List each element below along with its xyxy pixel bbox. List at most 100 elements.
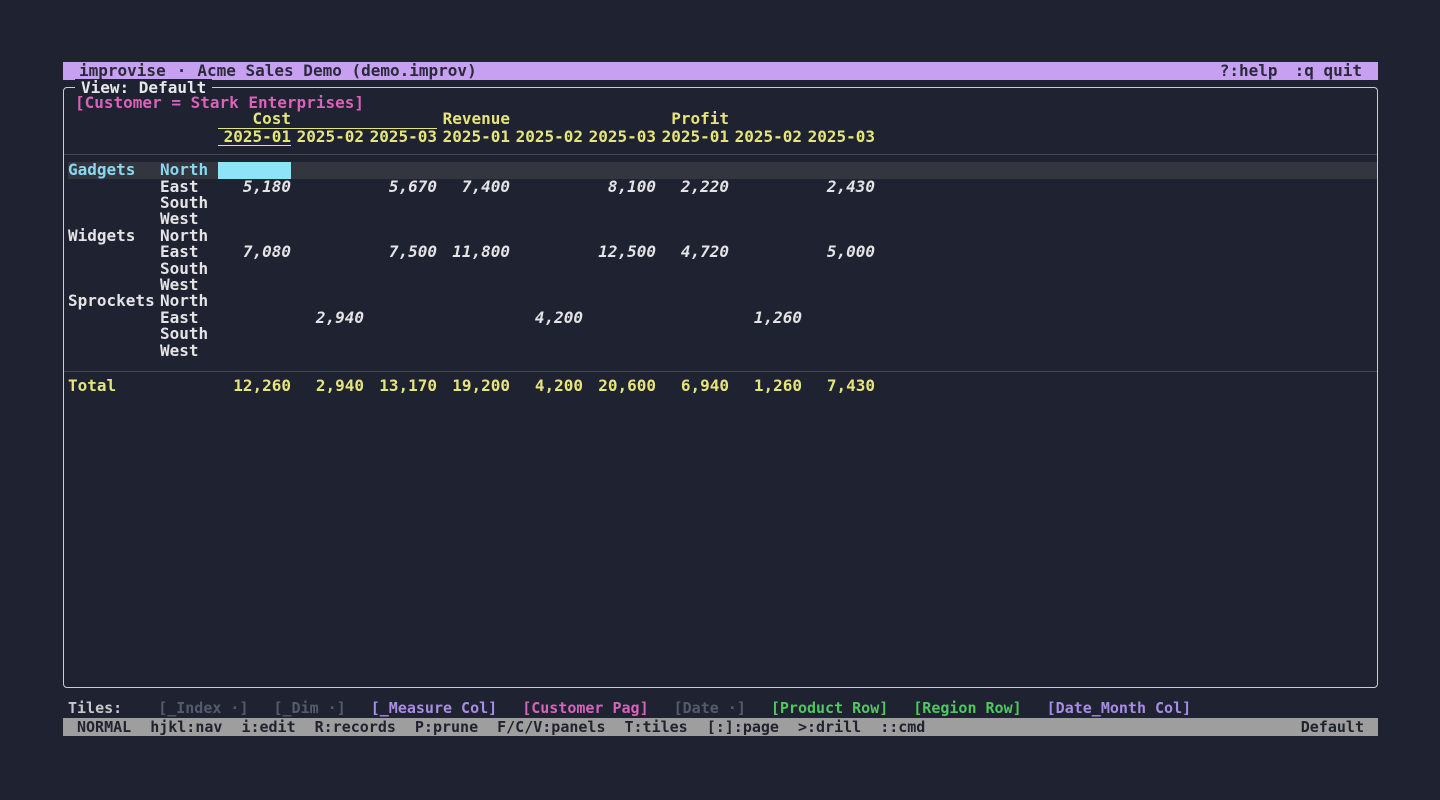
pivot-row[interactable]: West — [68, 211, 1377, 227]
pivot-cell[interactable] — [729, 277, 802, 293]
tile-dim[interactable]: [_Dim ·] — [274, 700, 346, 716]
pivot-cell[interactable] — [729, 261, 802, 277]
pivot-cell[interactable] — [656, 326, 729, 342]
pivot-cell[interactable] — [729, 228, 802, 244]
pivot-cell[interactable]: 8,100 — [583, 179, 656, 195]
pivot-row[interactable]: South — [68, 261, 1377, 277]
tile-date[interactable]: [Date ·] — [674, 700, 746, 716]
pivot-cell[interactable] — [218, 195, 291, 211]
pivot-cell[interactable] — [656, 261, 729, 277]
pivot-cell[interactable] — [218, 277, 291, 293]
pivot-cell[interactable]: 5,180 — [218, 179, 291, 195]
pivot-cell[interactable] — [291, 195, 364, 211]
pivot-cell[interactable] — [583, 293, 656, 309]
pivot-cell[interactable] — [510, 162, 583, 178]
pivot-cell[interactable] — [364, 326, 437, 342]
pivot-cell[interactable] — [291, 162, 364, 178]
pivot-cell[interactable]: 7,400 — [437, 179, 510, 195]
tile-customer[interactable]: [Customer Pag] — [522, 700, 648, 716]
pivot-cell[interactable] — [364, 261, 437, 277]
help-hint[interactable]: ?:help — [1220, 62, 1278, 80]
pivot-cell[interactable] — [510, 261, 583, 277]
pivot-cell[interactable] — [729, 343, 802, 359]
pivot-cell[interactable]: 4,720 — [656, 244, 729, 260]
pivot-cell[interactable] — [364, 343, 437, 359]
pivot-cell[interactable]: 1,260 — [729, 310, 802, 326]
pivot-cell[interactable] — [364, 211, 437, 227]
pivot-cell[interactable]: 4,200 — [510, 310, 583, 326]
pivot-cell[interactable]: 7,080 — [218, 244, 291, 260]
pivot-cell[interactable] — [729, 244, 802, 260]
pivot-cell[interactable]: 2,220 — [656, 179, 729, 195]
pivot-cell[interactable] — [510, 211, 583, 227]
pivot-cell[interactable] — [583, 261, 656, 277]
pivot-cell[interactable]: 7,500 — [364, 244, 437, 260]
quit-hint[interactable]: :q quit — [1295, 62, 1362, 80]
pivot-row[interactable]: East5,1805,6707,4008,1002,2202,430 — [68, 179, 1377, 195]
pivot-cell[interactable] — [437, 326, 510, 342]
pivot-cell[interactable] — [583, 277, 656, 293]
pivot-cell[interactable] — [656, 343, 729, 359]
pivot-cell[interactable] — [729, 179, 802, 195]
pivot-cell[interactable]: 12,500 — [583, 244, 656, 260]
pivot-cell[interactable] — [218, 211, 291, 227]
pivot-cell[interactable] — [218, 326, 291, 342]
pivot-cell[interactable] — [802, 277, 875, 293]
pivot-cell[interactable] — [437, 310, 510, 326]
pivot-cell[interactable] — [437, 343, 510, 359]
pivot-cell[interactable]: 11,800 — [437, 244, 510, 260]
pivot-cell[interactable] — [218, 310, 291, 326]
pivot-cell[interactable] — [802, 293, 875, 309]
pivot-cell[interactable] — [364, 310, 437, 326]
pivot-cell[interactable] — [364, 293, 437, 309]
pivot-cell[interactable] — [437, 293, 510, 309]
pivot-cell[interactable] — [291, 261, 364, 277]
pivot-cell[interactable] — [656, 277, 729, 293]
pivot-row[interactable]: East2,9404,2001,260 — [68, 310, 1377, 326]
tile-measure[interactable]: [_Measure Col] — [371, 700, 497, 716]
pivot-cell[interactable] — [510, 195, 583, 211]
pivot-cell[interactable] — [218, 343, 291, 359]
pivot-cell[interactable] — [583, 343, 656, 359]
pivot-cell[interactable] — [583, 326, 656, 342]
tile-product[interactable]: [Product Row] — [771, 700, 888, 716]
pivot-row[interactable]: South — [68, 195, 1377, 211]
pivot-cell[interactable] — [729, 211, 802, 227]
pivot-cell[interactable] — [802, 326, 875, 342]
pivot-row[interactable]: South — [68, 326, 1377, 342]
pivot-cell[interactable] — [291, 211, 364, 227]
pivot-cell[interactable] — [802, 211, 875, 227]
pivot-cell[interactable]: 5,670 — [364, 179, 437, 195]
pivot-cell[interactable] — [729, 162, 802, 178]
tile-date-month[interactable]: [Date_Month Col] — [1047, 700, 1192, 716]
pivot-cell[interactable]: 2,940 — [291, 310, 364, 326]
pivot-cell[interactable] — [583, 211, 656, 227]
pivot-cell[interactable] — [656, 293, 729, 309]
pivot-cell[interactable] — [510, 326, 583, 342]
tile-region[interactable]: [Region Row] — [913, 700, 1021, 716]
pivot-cell[interactable] — [437, 211, 510, 227]
pivot-cell[interactable] — [291, 326, 364, 342]
pivot-cell[interactable] — [364, 195, 437, 211]
pivot-cell[interactable] — [802, 261, 875, 277]
pivot-cell[interactable] — [437, 195, 510, 211]
pivot-cell[interactable] — [802, 195, 875, 211]
pivot-cell[interactable] — [291, 343, 364, 359]
pivot-row[interactable]: SprocketsNorth — [68, 293, 1377, 309]
pivot-cell[interactable] — [291, 228, 364, 244]
pivot-cell[interactable] — [729, 326, 802, 342]
pivot-cell[interactable] — [656, 195, 729, 211]
pivot-cell[interactable] — [729, 195, 802, 211]
pivot-cell[interactable] — [510, 228, 583, 244]
pivot-cell[interactable] — [510, 343, 583, 359]
pivot-cell[interactable] — [802, 343, 875, 359]
pivot-cell[interactable] — [656, 211, 729, 227]
pivot-cell[interactable] — [437, 261, 510, 277]
pivot-row[interactable]: East7,0807,50011,80012,5004,7205,000 — [68, 244, 1377, 260]
pivot-cell[interactable] — [291, 179, 364, 195]
pivot-cell[interactable] — [583, 310, 656, 326]
tile-index[interactable]: [_Index ·] — [158, 700, 248, 716]
pivot-cell[interactable] — [291, 277, 364, 293]
pivot-row[interactable]: West — [68, 277, 1377, 293]
pivot-cell[interactable] — [437, 277, 510, 293]
